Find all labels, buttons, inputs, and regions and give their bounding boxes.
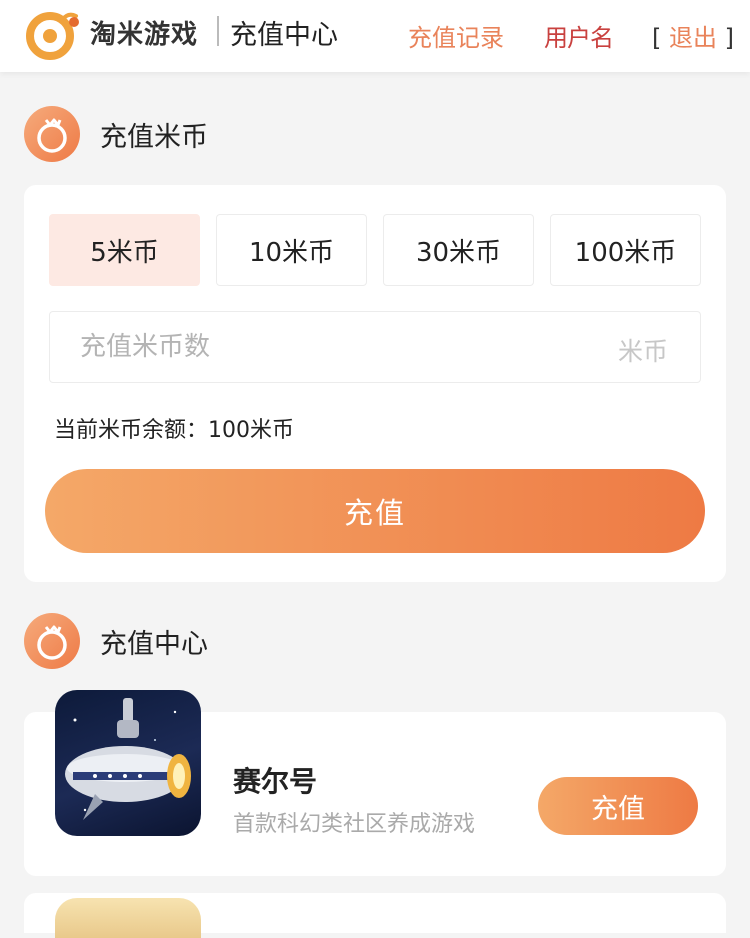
recharge-card: 5米币 10米币 30米币 100米币 米币 当前米币余额：100米币 充值 bbox=[24, 185, 726, 582]
amount-option-100[interactable]: 100米币 bbox=[550, 214, 701, 286]
recharge-section-header: 充值米币 bbox=[24, 106, 208, 162]
game-description: 首款科幻类社区养成游戏 bbox=[233, 812, 476, 837]
center-section-header: 充值中心 bbox=[24, 613, 208, 669]
recharge-history-link[interactable]: 充值记录 bbox=[408, 18, 504, 53]
balance-text: 当前米币余额：100米币 bbox=[54, 418, 294, 443]
next-game-icon bbox=[55, 898, 201, 938]
taomee-logo-icon bbox=[26, 12, 79, 60]
amount-unit-label: 米币 bbox=[617, 337, 668, 366]
logout-link[interactable]: [ 退出 ] bbox=[652, 18, 734, 53]
logout-bracket-close: ] bbox=[724, 24, 735, 52]
money-bag-icon bbox=[24, 106, 80, 162]
amount-option-10[interactable]: 10米币 bbox=[216, 214, 367, 286]
brand-name: 淘米游戏 bbox=[90, 20, 199, 50]
seer-game-icon bbox=[55, 690, 201, 836]
user-name: 用户名 bbox=[544, 24, 614, 52]
custom-amount-field[interactable]: 米币 bbox=[49, 311, 701, 383]
amount-options: 5米币 10米币 30米币 100米币 bbox=[49, 214, 701, 286]
money-bag-icon bbox=[24, 613, 80, 669]
game-recharge-button[interactable]: 充值 bbox=[538, 777, 698, 835]
recharge-section-title: 充值米币 bbox=[100, 121, 208, 153]
brand-divider bbox=[217, 16, 219, 46]
amount-option-30[interactable]: 30米币 bbox=[383, 214, 534, 286]
custom-amount-input[interactable] bbox=[80, 312, 580, 382]
logout-label: 退出 bbox=[669, 24, 718, 52]
center-section-title: 充值中心 bbox=[100, 628, 208, 660]
game-name: 赛尔号 bbox=[233, 765, 318, 798]
recharge-submit-button[interactable]: 充值 bbox=[45, 469, 705, 553]
top-header: 淘米游戏 充值中心 充值记录 用户名 [ 退出 ] bbox=[0, 0, 750, 72]
logout-bracket-open: [ bbox=[652, 24, 662, 52]
page-title: 充值中心 bbox=[230, 20, 338, 51]
amount-option-5[interactable]: 5米币 bbox=[49, 214, 200, 286]
